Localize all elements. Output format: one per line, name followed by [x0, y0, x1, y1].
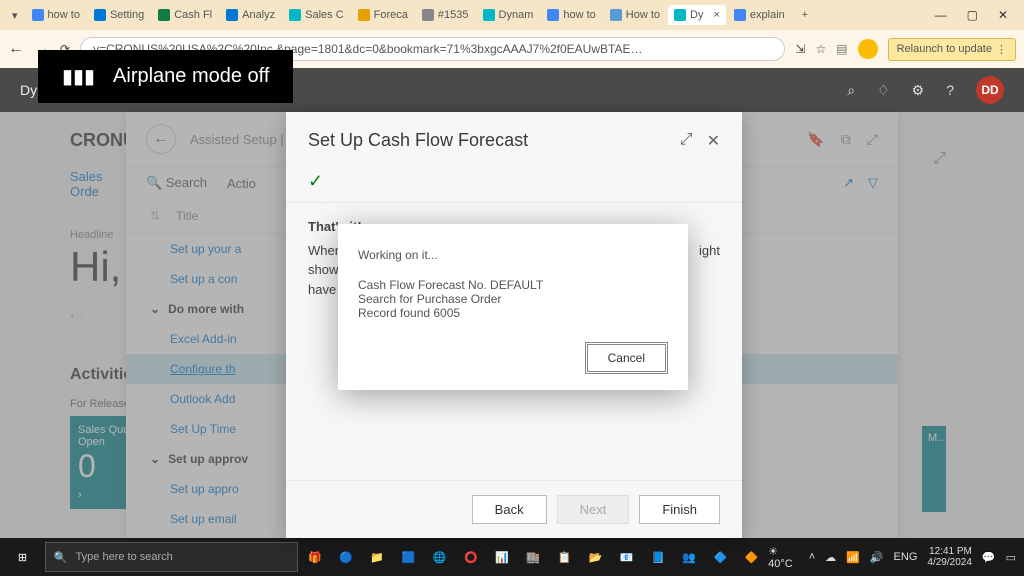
tab-2[interactable]: Cash Fl — [152, 5, 218, 25]
tab-6[interactable]: #1535 — [416, 5, 475, 25]
notifications-icon[interactable]: 💬 — [982, 551, 996, 564]
close-window-icon[interactable]: ✕ — [998, 8, 1008, 22]
search-icon: 🔍 — [54, 551, 68, 564]
avatar[interactable]: DD — [976, 76, 1004, 104]
tb-word-icon[interactable]: 📘 — [643, 538, 672, 576]
tb-app-icon[interactable]: 📧 — [612, 538, 641, 576]
bell-icon[interactable]: ♢ — [877, 82, 890, 99]
next-button: Next — [557, 495, 630, 524]
progress-line: Search for Purchase Order — [358, 292, 668, 306]
tb-app-icon[interactable]: 🎁 — [300, 538, 329, 576]
back-icon[interactable]: ← — [8, 40, 24, 58]
cancel-button[interactable]: Cancel — [585, 342, 668, 374]
wizard-title: Set Up Cash Flow Forecast — [308, 130, 528, 151]
install-icon[interactable]: ⇲ — [795, 42, 805, 56]
check-icon: ✓ — [286, 165, 742, 203]
tab-11[interactable]: explain — [728, 5, 791, 25]
weather-widget[interactable]: ☀ 40°C — [768, 545, 799, 570]
back-button[interactable]: Back — [472, 495, 547, 524]
tb-edge-icon[interactable]: 🌐 — [425, 538, 454, 576]
finish-button[interactable]: Finish — [639, 495, 720, 524]
progress-dialog: Working on it... Cash Flow Forecast No. … — [338, 224, 688, 390]
tb-teams-icon[interactable]: 👥 — [675, 538, 704, 576]
notifications-icon[interactable]: ▭ — [1006, 551, 1016, 564]
tb-app-icon[interactable]: 📋 — [550, 538, 579, 576]
airplane-toast: ▮▮▮ Airplane mode off — [38, 50, 293, 103]
tb-app-icon[interactable]: 📁 — [363, 538, 392, 576]
tb-explorer-icon[interactable]: 📂 — [581, 538, 610, 576]
progress-line: Cash Flow Forecast No. DEFAULT — [358, 278, 668, 292]
tab-dropdown-icon[interactable]: ▾ — [6, 9, 24, 22]
tb-app-icon[interactable]: 📊 — [487, 538, 516, 576]
close-icon[interactable]: × — [713, 9, 719, 21]
extensions-icon[interactable]: ▤ — [836, 42, 847, 56]
tab-5[interactable]: Foreca — [352, 5, 414, 25]
browser-tabs: ▾ how to Setting Cash Fl Analyz Sales C … — [0, 0, 1024, 30]
progress-line: Record found 6005 — [358, 306, 668, 320]
tab-7[interactable]: Dynam — [477, 5, 540, 25]
wizard-text: ight — [699, 241, 720, 300]
close-wizard-icon[interactable]: ✕ — [707, 131, 720, 151]
tab-1[interactable]: Setting — [88, 5, 150, 25]
tab-0[interactable]: how to — [26, 5, 86, 25]
onedrive-icon[interactable]: ☁ — [825, 551, 836, 564]
minimize-icon[interactable]: ― — [935, 8, 947, 22]
tb-app-icon[interactable]: 🏬 — [519, 538, 548, 576]
help-icon[interactable]: ? — [946, 82, 954, 98]
search-icon[interactable]: ⌕ — [847, 82, 855, 99]
working-text: Working on it... — [358, 248, 668, 262]
tab-3[interactable]: Analyz — [220, 5, 281, 25]
tb-app-icon[interactable]: 🟦 — [394, 538, 423, 576]
clock[interactable]: 12:41 PM 4/29/2024 — [927, 546, 972, 568]
maximize-icon[interactable]: ▢ — [967, 8, 978, 22]
tb-app-icon[interactable]: 🔵 — [331, 538, 360, 576]
tray-chevron-icon[interactable]: ˄ — [809, 551, 815, 563]
lang-indicator[interactable]: ENG — [894, 551, 918, 563]
tb-vscode-icon[interactable]: 🔷 — [706, 538, 735, 576]
relaunch-button[interactable]: Relaunch to update⋮ — [888, 38, 1016, 61]
tb-app-icon[interactable]: 🔶 — [737, 538, 766, 576]
star-icon[interactable]: ☆ — [815, 42, 826, 56]
start-button[interactable]: ⊞ — [2, 538, 43, 576]
tb-chrome-icon[interactable]: ⭕ — [456, 538, 485, 576]
wifi-icon[interactable]: 📶 — [846, 551, 860, 564]
expand-wizard-icon[interactable]: ⤢ — [680, 131, 693, 151]
tab-9[interactable]: How to — [604, 5, 666, 25]
signal-icon: ▮▮▮ — [62, 64, 95, 89]
tab-8[interactable]: how to — [541, 5, 601, 25]
volume-icon[interactable]: 🔊 — [870, 551, 884, 564]
taskbar-search[interactable]: 🔍 Type here to search — [45, 542, 298, 572]
taskbar: ⊞ 🔍 Type here to search 🎁 🔵 📁 🟦 🌐 ⭕ 📊 🏬 … — [0, 538, 1024, 576]
new-tab-button[interactable]: + — [793, 9, 817, 21]
gear-icon[interactable]: ⚙ — [912, 82, 925, 99]
profile-icon[interactable] — [858, 39, 878, 59]
tab-10[interactable]: Dy× — [668, 5, 726, 25]
tab-4[interactable]: Sales C — [283, 5, 350, 25]
